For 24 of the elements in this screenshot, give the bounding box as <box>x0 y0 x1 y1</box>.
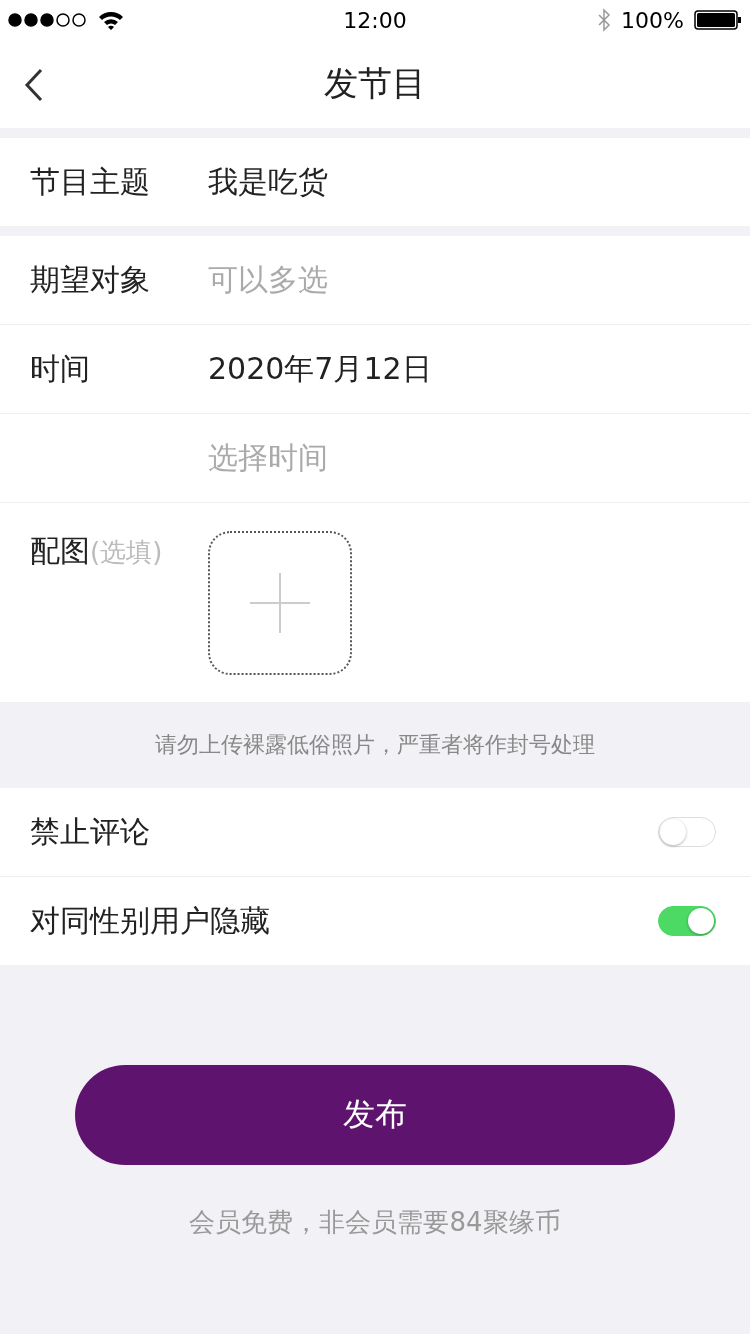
battery-icon <box>694 10 742 30</box>
add-photo-button[interactable] <box>208 531 352 675</box>
toggle-label: 禁止评论 <box>30 812 150 851</box>
optional-hint: (选填) <box>90 537 163 567</box>
page-title: 发节目 <box>324 62 426 105</box>
clock-time: 12:00 <box>343 7 407 33</box>
field-value[interactable]: 2020年7月12日 <box>208 348 432 390</box>
field-value[interactable]: 我是吃货 <box>208 161 328 203</box>
publish-button[interactable]: 发布 <box>75 1065 675 1165</box>
field-label: 期望对象 <box>30 261 150 297</box>
fee-note: 会员免费，非会员需要84聚缘币 <box>189 1206 561 1239</box>
toggle-switch[interactable] <box>658 906 716 936</box>
wifi-icon <box>98 10 124 30</box>
back-icon <box>24 68 44 102</box>
plus-icon <box>250 573 310 633</box>
field-label: 节目主题 <box>30 163 150 199</box>
bluetooth-icon <box>597 8 612 32</box>
field-label: 配图 <box>30 533 90 568</box>
warning-notice: 请勿上传裸露低俗照片，严重者将作封号处理 <box>155 731 595 759</box>
battery-percent: 100% <box>621 7 684 33</box>
field-label: 时间 <box>30 350 90 386</box>
toggle-switch[interactable] <box>658 817 716 847</box>
signal-icon <box>8 13 88 27</box>
toggle-label: 对同性别用户隐藏 <box>30 901 270 940</box>
